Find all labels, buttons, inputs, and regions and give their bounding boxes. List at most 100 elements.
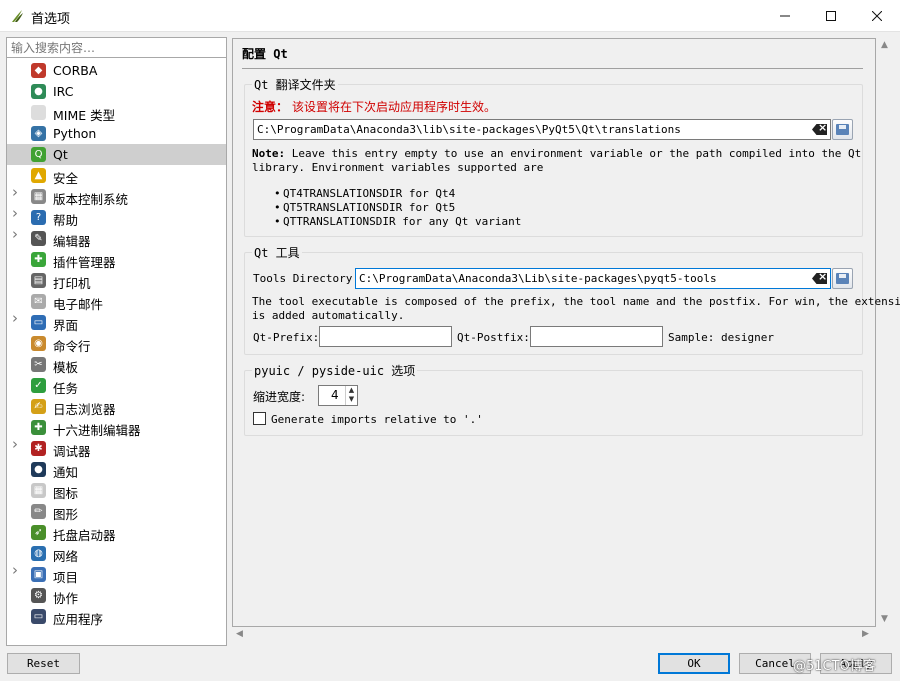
sidebar-item-label: 打印机 [53, 276, 91, 291]
window-title: 首选项 [31, 12, 71, 27]
sidebar-item[interactable]: ◆ CORBA [7, 60, 226, 81]
sidebar-item[interactable]: ✍ 日志浏览器 [7, 396, 226, 417]
spin-down-icon[interactable]: ▼ [346, 395, 357, 404]
sidebar-item[interactable]: › ▦ 版本控制系统 [7, 185, 226, 208]
indent-width-spinbox[interactable]: 4 ▲ ▼ [318, 385, 358, 406]
interface-icon: ▭ [31, 315, 46, 330]
tools-description-line1: The tool executable is composed of the p… [252, 295, 900, 308]
maximize-button[interactable] [808, 0, 854, 32]
sidebar-item[interactable]: ✚ 插件管理器 [7, 249, 226, 270]
task-icon: ✓ [31, 378, 46, 393]
vcs-icon: ▦ [31, 189, 46, 204]
sidebar-item[interactable]: ✓ 任务 [7, 375, 226, 396]
floppy-icon [836, 273, 849, 284]
sidebar-item-label: 日志浏览器 [53, 402, 116, 417]
page-title: 配置 Qt [242, 47, 288, 61]
relative-imports-checkbox[interactable] [253, 412, 266, 425]
sidebar-item[interactable]: › ✱ 调试器 [7, 437, 226, 460]
sidebar-item[interactable]: ● 通知 [7, 459, 226, 480]
tools-group-title: Qt 工具 [252, 244, 302, 261]
chevron-right-icon[interactable]: › [12, 185, 22, 200]
notification-icon: ● [31, 462, 46, 477]
browse-translations-button[interactable] [832, 119, 853, 140]
sidebar-item-label: 安全 [53, 171, 79, 186]
scroll-down-icon[interactable]: ▼ [881, 614, 888, 624]
floppy-icon [836, 124, 849, 135]
sidebar-item[interactable]: ▲ 安全 [7, 165, 226, 186]
vertical-scrollbar[interactable]: ▲ ▼ [878, 38, 893, 627]
indent-width-label: 缩进宽度: [253, 390, 306, 404]
qt-postfix-input[interactable] [530, 326, 663, 347]
spin-up-icon[interactable]: ▲ [346, 386, 357, 395]
application-icon: ▭ [31, 609, 46, 624]
chevron-right-icon[interactable]: › [12, 437, 22, 452]
sidebar-item-label: 网络 [53, 549, 79, 564]
sidebar-item-label: 界面 [53, 318, 79, 333]
sidebar-item-label: CORBA [53, 63, 98, 78]
sidebar-item-label: 托盘启动器 [53, 528, 116, 543]
sidebar-item-label: 项目 [53, 570, 79, 585]
sidebar-item[interactable]: ⚙ 协作 [7, 585, 226, 606]
sidebar-item[interactable]: › ▣ 项目 [7, 563, 226, 586]
ok-button[interactable]: OK [658, 653, 730, 674]
qt-prefix-input[interactable] [319, 326, 452, 347]
sidebar-item[interactable]: ▦ 图标 [7, 480, 226, 501]
sidebar-item[interactable]: MIME 类型 [7, 102, 226, 123]
sidebar-item[interactable]: ✂ 模板 [7, 354, 226, 375]
sidebar-item[interactable]: ✉ 电子邮件 [7, 291, 226, 312]
bug-icon: ✱ [31, 441, 46, 456]
sidebar-item[interactable]: ✚ 十六进制编辑器 [7, 417, 226, 438]
chevron-right-icon[interactable]: › [12, 227, 22, 242]
sidebar-item-label: 通知 [53, 465, 79, 480]
browse-tools-button[interactable] [832, 268, 853, 289]
close-button[interactable] [854, 0, 900, 32]
scroll-right-icon[interactable]: ▶ [862, 629, 869, 639]
sidebar-item[interactable]: ◍ 网络 [7, 543, 226, 564]
scroll-left-icon[interactable]: ◀ [236, 629, 243, 639]
search-input[interactable] [6, 37, 227, 58]
horizontal-scrollbar[interactable]: ◀ ▶ [232, 629, 876, 643]
sidebar-item[interactable]: ◉ 命令行 [7, 333, 226, 354]
sidebar-item[interactable]: ➶ 托盘启动器 [7, 522, 226, 543]
minimize-button[interactable] [762, 0, 808, 32]
category-tree[interactable]: ◆ CORBA ● IRC MIME 类型 ◈ Python Q Qt ▲ 安全 › ▦ 版本控制系统 ›?… [6, 58, 227, 646]
qt-icon: Q [31, 147, 46, 162]
sidebar-item-label: 应用程序 [53, 612, 104, 627]
eric-app-icon [12, 10, 23, 22]
sidebar-item[interactable]: › ✎ 编辑器 [7, 227, 226, 250]
sidebar-item-label: 电子邮件 [53, 297, 104, 312]
maximize-icon [826, 11, 836, 21]
sidebar-item[interactable]: ✏ 图形 [7, 501, 226, 522]
sidebar-item[interactable]: ▤ 打印机 [7, 270, 226, 291]
sidebar-item-label: 调试器 [53, 444, 91, 459]
python-icon: ◈ [31, 126, 46, 141]
note-label: Note: [252, 147, 286, 160]
sidebar-item[interactable]: ● IRC [7, 81, 226, 102]
chevron-right-icon[interactable]: › [12, 311, 22, 326]
sidebar-item-label: IRC [53, 84, 74, 99]
shell-icon: ◉ [31, 336, 46, 351]
reset-button[interactable]: Reset [7, 653, 80, 674]
sidebar-item-label: 图形 [53, 507, 79, 522]
spin-arrows[interactable]: ▲ ▼ [345, 386, 357, 405]
cooperation-icon: ⚙ [31, 588, 46, 603]
log-icon: ✍ [31, 399, 46, 414]
tools-directory-input[interactable]: C:\ProgramData\Anaconda3\Lib\site-packag… [355, 268, 831, 289]
indent-width-value: 4 [331, 388, 339, 402]
warning-text: 该设置将在下次启动应用程序时生效。 [292, 100, 497, 114]
chevron-right-icon[interactable]: › [12, 206, 22, 221]
sidebar-item[interactable]: Q Qt [7, 144, 226, 165]
sidebar-item-label: 版本控制系统 [53, 192, 129, 207]
sidebar-item[interactable]: ›? 帮助 [7, 206, 226, 229]
sidebar-item-label: 协作 [53, 591, 79, 606]
title-bar: 首选项 [0, 0, 900, 32]
sidebar-item[interactable]: ◈ Python [7, 123, 226, 144]
scroll-up-icon[interactable]: ▲ [881, 40, 888, 50]
scissors-icon: ✂ [31, 357, 46, 372]
sidebar-item[interactable]: ▭ 应用程序 [7, 606, 226, 627]
help-icon: ? [31, 210, 46, 225]
translations-path-input[interactable]: C:\ProgramData\Anaconda3\lib\site-packag… [253, 119, 831, 140]
sidebar-item-label: 图标 [53, 486, 79, 501]
sidebar-item[interactable]: › ▭ 界面 [7, 311, 226, 334]
chevron-right-icon[interactable]: › [12, 563, 22, 578]
